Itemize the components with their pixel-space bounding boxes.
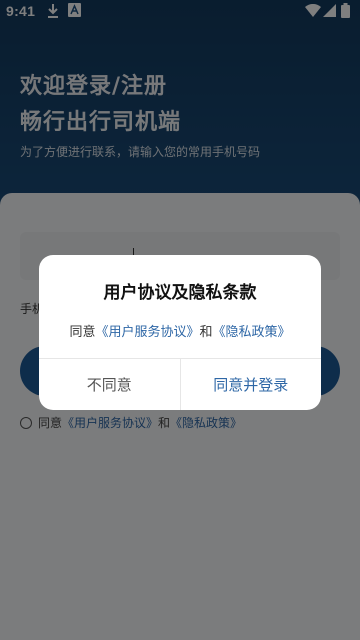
dialog-privacy-policy-link[interactable]: 《隐私政策》 (213, 325, 291, 340)
dialog-body-prefix: 同意 (69, 325, 96, 340)
agree-and-login-button[interactable]: 同意并登录 (181, 359, 322, 410)
disagree-button[interactable]: 不同意 (39, 359, 181, 410)
agreement-dialog: 用户协议及隐私条款 同意《用户服务协议》和《隐私政策》 不同意 同意并登录 (39, 255, 321, 410)
dialog-actions: 不同意 同意并登录 (39, 358, 321, 410)
dialog-body-and: 和 (199, 325, 213, 340)
dialog-body: 同意《用户服务协议》和《隐私政策》 (39, 321, 321, 340)
dialog-user-agreement-link[interactable]: 《用户服务协议》 (95, 325, 199, 340)
dialog-title: 用户协议及隐私条款 (103, 283, 257, 303)
